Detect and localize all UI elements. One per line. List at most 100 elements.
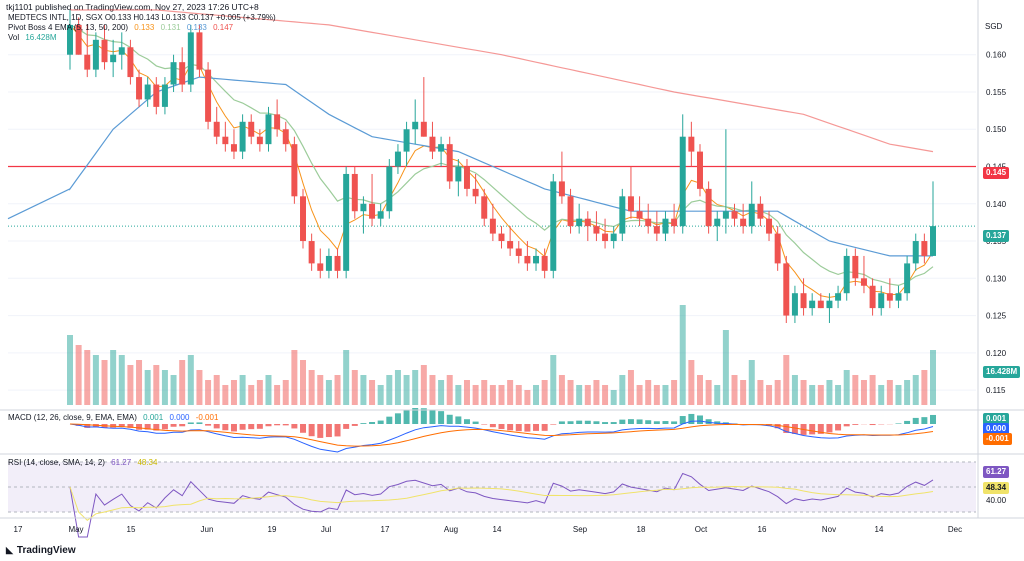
candle <box>558 151 565 204</box>
candle <box>446 136 453 189</box>
volume-bar <box>343 350 350 405</box>
x-tick-label: 17 <box>14 525 23 534</box>
x-tick-label: 16 <box>758 525 767 534</box>
chart-canvas[interactable]: 0.1600.1550.1500.1450.1400.1350.1300.125… <box>0 0 1024 561</box>
rsi-tick-label: 40.00 <box>986 496 1007 505</box>
candle-body <box>766 218 773 234</box>
candle <box>291 136 298 204</box>
ema-value-2: 0.131 <box>160 23 181 32</box>
candle-body <box>213 121 220 137</box>
candle <box>118 32 125 70</box>
macd-histogram-bar <box>653 421 660 424</box>
ema-name: Pivot Boss 4 EMA (5, 13, 50, 200) <box>8 23 129 32</box>
x-tick-label: Dec <box>948 525 962 534</box>
macd-value-2: 0.000 <box>169 413 190 422</box>
volume-bar <box>748 360 755 405</box>
macd-histogram-bar <box>507 424 514 431</box>
macd-histogram-bar <box>567 421 574 424</box>
macd-histogram-bar <box>489 424 496 428</box>
volume-bar <box>325 380 332 405</box>
footer[interactable]: ◣ TradingView <box>6 545 76 556</box>
volume-bar <box>757 380 764 405</box>
candle <box>791 285 798 324</box>
macd-histogram-bar <box>826 424 833 433</box>
candle <box>300 188 307 249</box>
candle <box>930 181 936 256</box>
macd-histogram-bar <box>213 424 220 429</box>
candle <box>161 77 168 115</box>
candle <box>317 248 324 279</box>
volume-bar <box>671 380 678 405</box>
volume-bar <box>412 370 419 405</box>
candle-body <box>489 218 496 234</box>
macd-histogram-bar <box>291 424 298 429</box>
candle-body <box>860 278 867 286</box>
x-tick-label: 19 <box>268 525 277 534</box>
tradingview-logo-icon: ◣ <box>6 545 13 555</box>
candle <box>187 24 194 92</box>
candle <box>481 188 488 227</box>
candle-body <box>636 211 643 219</box>
candle-body <box>300 196 307 242</box>
volume-bar <box>187 355 194 405</box>
macd-histogram-bar <box>662 421 669 424</box>
candle-body <box>230 144 237 152</box>
candle-body <box>740 218 747 227</box>
volume-bar <box>766 385 773 405</box>
macd-histogram-bar <box>317 424 324 438</box>
volume-bar <box>67 335 73 405</box>
macd-histogram-bar <box>282 424 289 426</box>
candle-body <box>645 218 652 227</box>
volume-bar <box>291 350 298 405</box>
volume-bar <box>127 365 134 405</box>
volume-bar <box>688 360 695 405</box>
candle-body <box>809 300 816 309</box>
y-tick-label: 0.150 <box>986 125 1007 134</box>
candle <box>671 203 678 234</box>
macd-histogram-bar <box>438 411 445 424</box>
candle-body <box>774 233 781 264</box>
x-tick-label: Aug <box>444 525 458 534</box>
volume-bar <box>222 385 229 405</box>
macd-histogram-bar <box>584 420 591 424</box>
volume-bar <box>481 380 488 405</box>
candle-body <box>351 173 358 212</box>
macd-histogram-bar <box>170 424 177 427</box>
candle-body <box>576 218 583 227</box>
macd-histogram-bar <box>602 422 609 424</box>
volume-bar <box>705 380 712 405</box>
volume-bar <box>101 360 108 405</box>
candle-body <box>308 241 315 264</box>
candle <box>636 196 643 227</box>
x-tick-label: Oct <box>695 525 708 534</box>
candle <box>412 99 419 145</box>
volume-bar <box>550 355 557 405</box>
macd-histogram-bar <box>179 424 186 427</box>
volume-bar <box>507 380 514 405</box>
y-tick-label: 0.130 <box>986 274 1007 283</box>
candle-body <box>265 114 272 145</box>
candle-body <box>386 166 393 212</box>
macd-legend: MACD (12, 26, close, 9, EMA, EMA) 0.001 … <box>8 413 222 422</box>
macd-histogram-bar <box>627 419 634 424</box>
volume-bar <box>619 375 626 405</box>
last-price-badge: 0.137 <box>983 230 1010 242</box>
volume-bar <box>524 390 531 405</box>
volume-bar <box>230 380 237 405</box>
macd-histogram-bar <box>455 416 462 424</box>
candle-body <box>653 226 660 234</box>
volume-bar <box>360 375 367 405</box>
rsi-badge: 61.27 <box>983 466 1010 478</box>
volume-bar <box>489 385 496 405</box>
candle-body <box>84 54 91 70</box>
candle-body <box>179 62 186 85</box>
volume-bar <box>835 385 842 405</box>
candle-body <box>317 263 324 271</box>
candle-body <box>817 300 824 309</box>
volume-bar <box>912 375 919 405</box>
macd-histogram-bar <box>205 424 212 426</box>
y-tick-label: 0.115 <box>986 386 1006 395</box>
candle <box>110 39 117 78</box>
candle-body <box>619 196 626 234</box>
candle-body <box>688 136 695 152</box>
